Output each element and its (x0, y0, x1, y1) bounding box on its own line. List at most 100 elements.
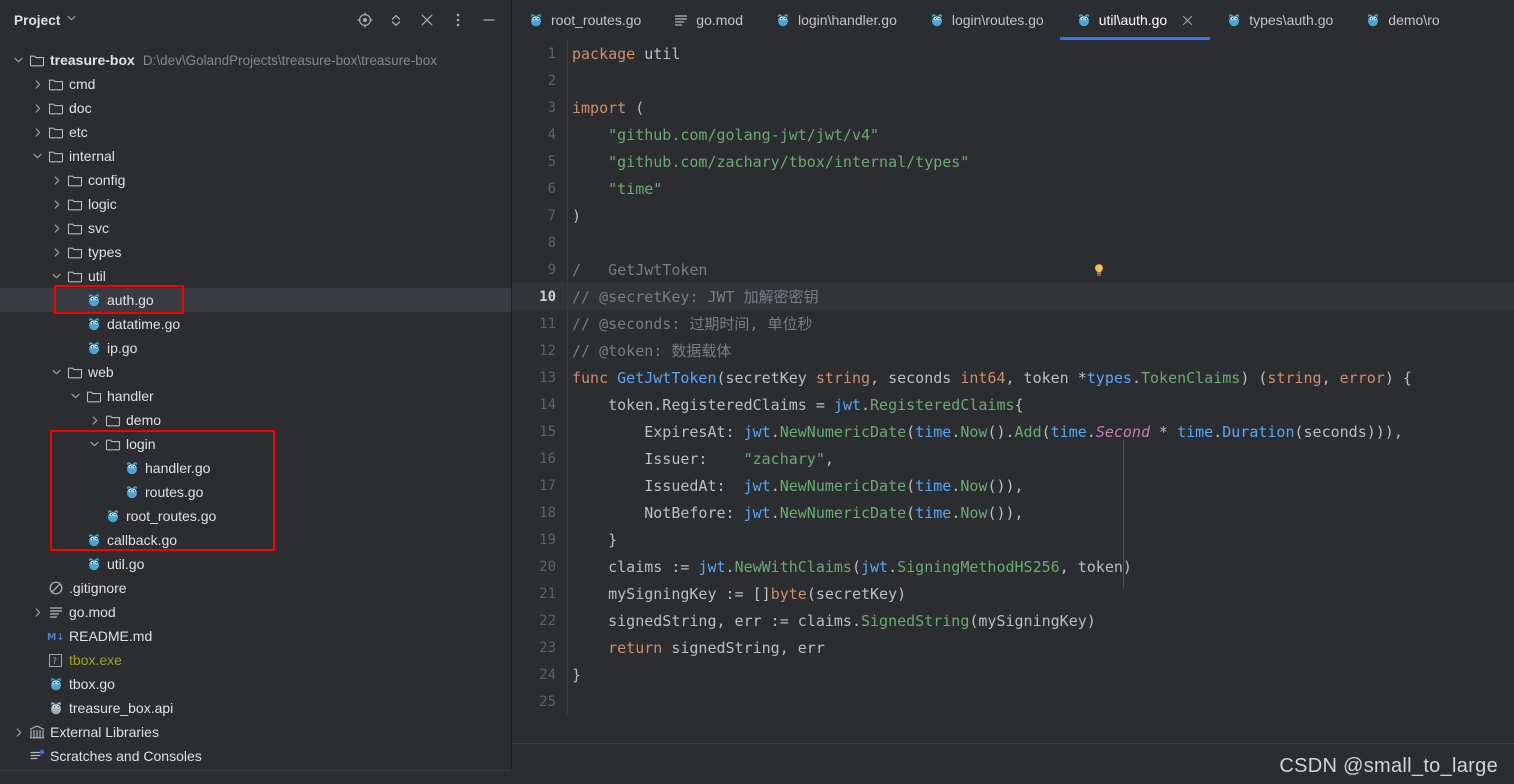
code-line[interactable]: 17 IssuedAt: jwt. NewNumericDate(time. Now… (512, 472, 1514, 499)
tree-item-ip-go[interactable]: ip.go (0, 336, 511, 360)
tree-item-config[interactable]: config (0, 168, 511, 192)
tree-item--gitignore[interactable]: .gitignore (0, 576, 511, 600)
go-file-icon (929, 12, 945, 28)
chevron-right-icon[interactable] (50, 174, 63, 187)
tree-item-treasure-box[interactable]: treasure-box D:\dev\GolandProjects\treasu… (0, 48, 511, 72)
editor-tabbar[interactable]: root_routes.go go.mod login\handler.go logi… (512, 0, 1514, 40)
code-line[interactable]: 4 "github.com/golang-jwt/jwt/v4" (512, 121, 1514, 148)
code-line[interactable]: 2 (512, 67, 1514, 94)
chevron-right-icon[interactable] (31, 102, 44, 115)
code-line[interactable]: 12 // @token: 数据载体 (512, 337, 1514, 364)
code-editor[interactable]: 1 package util 2 3 import (4 "github.com/gol… (512, 40, 1514, 784)
tree-item-routes-go[interactable]: routes.go (0, 480, 511, 504)
tree-item-callback-go[interactable]: callback.go (0, 528, 511, 552)
tree-item-logic[interactable]: logic (0, 192, 511, 216)
code-line[interactable]: 19 } (512, 526, 1514, 553)
editor-tab-types-auth-go[interactable]: types\auth.go (1210, 0, 1349, 40)
tree-item-handler-go[interactable]: handler.go (0, 456, 511, 480)
chevron-right-icon[interactable] (50, 222, 63, 235)
collapse-all-icon[interactable] (418, 12, 435, 29)
tree-item-doc[interactable]: doc (0, 96, 511, 120)
chevron-down-icon[interactable] (88, 438, 101, 451)
tree-item-types[interactable]: types (0, 240, 511, 264)
chevron-down-icon[interactable] (69, 390, 82, 403)
chevron-right-icon[interactable] (50, 246, 63, 259)
chevron-down-icon[interactable] (67, 14, 77, 24)
code-line[interactable]: 13 func GetJwtToken (secretKey string, sec… (512, 364, 1514, 391)
line-number: 5 (547, 153, 556, 170)
tree-item-external-libraries[interactable]: External Libraries (0, 720, 511, 744)
chevron-right-icon[interactable] (31, 78, 44, 91)
tree-item-etc[interactable]: etc (0, 120, 511, 144)
expand-collapse-icon[interactable] (387, 12, 404, 29)
code-line[interactable]: 11 // @seconds: 过期时间, 单位秒 (512, 310, 1514, 337)
tree-item-go-mod[interactable]: go.mod (0, 600, 511, 624)
tree-item-treasure_box-api[interactable]: treasure_box.api (0, 696, 511, 720)
chevron-right-icon[interactable] (50, 198, 63, 211)
code-line[interactable]: 5 "github.com/zachary/tbox/internal/type… (512, 148, 1514, 175)
editor-tab-go-mod[interactable]: go.mod (657, 0, 759, 40)
code-line[interactable]: 9 / GetJwtToken (512, 256, 1514, 283)
editor-tab-login-handler-go[interactable]: login\handler.go (759, 0, 913, 40)
line-number: 11 (539, 315, 556, 332)
tree-item-tbox-go[interactable]: tbox.go (0, 672, 511, 696)
code-line[interactable]: 1 package util (512, 40, 1514, 67)
tree-item-util[interactable]: util (0, 264, 511, 288)
tree-item-readme-md[interactable]: M↓ README.md (0, 624, 511, 648)
close-icon[interactable] (1180, 13, 1194, 27)
code-line[interactable]: 15 ExpiresAt: jwt. NewNumericDate(time. No… (512, 418, 1514, 445)
code-line[interactable]: 20 claims := jwt. NewWithClaims(jwt. Signi… (512, 553, 1514, 580)
tree-item-handler[interactable]: handler (0, 384, 511, 408)
tree-item-cmd[interactable]: cmd (0, 72, 511, 96)
editor-tab-login-routes-go[interactable]: login\routes.go (913, 0, 1060, 40)
code-line[interactable]: 10 // @secretKey: JWT 加解密密钥 (512, 283, 1514, 310)
chevron-right-icon[interactable] (31, 606, 44, 619)
code-line[interactable]: 3 import ( (512, 94, 1514, 121)
tree-item-util-go[interactable]: util.go (0, 552, 511, 576)
select-opened-file-icon[interactable] (356, 12, 373, 29)
hide-panel-icon[interactable] (480, 12, 497, 29)
chevron-down-icon[interactable] (50, 366, 63, 379)
tree-item-root_routes-go[interactable]: root_routes.go (0, 504, 511, 528)
chevron-down-icon[interactable] (31, 150, 44, 163)
code-line[interactable]: 7) (512, 202, 1514, 229)
intention-bulb-icon[interactable] (1092, 263, 1106, 277)
code-line[interactable]: 22 signedString, err := claims. SignedStr… (512, 607, 1514, 634)
tree-item-internal[interactable]: internal (0, 144, 511, 168)
chevron-right-icon[interactable] (12, 726, 25, 739)
line-number: 15 (539, 423, 556, 440)
code-line[interactable]: 21 mySigningKey := [] byte (secretKey) (512, 580, 1514, 607)
project-tree[interactable]: treasure-box D:\dev\GolandProjects\treasu… (0, 40, 511, 768)
editor-tab-label: util\auth.go (1098, 12, 1168, 28)
tree-item-datatime-go[interactable]: datatime.go (0, 312, 511, 336)
code-line[interactable]: 18 NotBefore: jwt. NewNumericDate(time. No… (512, 499, 1514, 526)
tree-item-scratches-and-consoles[interactable]: Scratches and Consoles (0, 744, 511, 768)
options-menu-icon[interactable] (449, 12, 466, 29)
chevron-right-icon[interactable] (31, 126, 44, 139)
code-line[interactable]: 25 (512, 688, 1514, 715)
chevron-down-icon[interactable] (50, 270, 63, 283)
tree-item-web[interactable]: web (0, 360, 511, 384)
code-line[interactable]: 8 (512, 229, 1514, 256)
chevron-right-icon[interactable] (88, 414, 101, 427)
editor-tab-demo-ro[interactable]: demo\ro (1349, 0, 1455, 40)
editor-tab-util-auth-go[interactable]: util\auth.go (1059, 0, 1211, 40)
page-title[interactable]: Project (14, 13, 60, 28)
tree-item-login[interactable]: login (0, 432, 511, 456)
folder-icon (104, 436, 121, 453)
code-line[interactable]: 24} (512, 661, 1514, 688)
tree-item-demo[interactable]: demo (0, 408, 511, 432)
code-line[interactable]: 14 token.RegisteredClaims = jwt. Register… (512, 391, 1514, 418)
tree-item-label: types (88, 244, 122, 260)
tree-item-auth-go[interactable]: auth.go (0, 288, 511, 312)
tree-item-tbox-exe[interactable]: ? tbox.exe (0, 648, 511, 672)
code-line[interactable]: 16 Issuer: "zachary", (512, 445, 1514, 472)
tree-item-svc[interactable]: svc (0, 216, 511, 240)
code-line[interactable]: 23 return signedString, err (512, 634, 1514, 661)
svg-text:?: ? (52, 657, 57, 667)
code-line[interactable]: 6 "time" (512, 175, 1514, 202)
folder-icon (85, 388, 102, 405)
editor-tab-root_routes-go[interactable]: root_routes.go (512, 0, 657, 40)
line-number: 19 (539, 531, 556, 548)
chevron-down-icon[interactable] (12, 54, 25, 67)
